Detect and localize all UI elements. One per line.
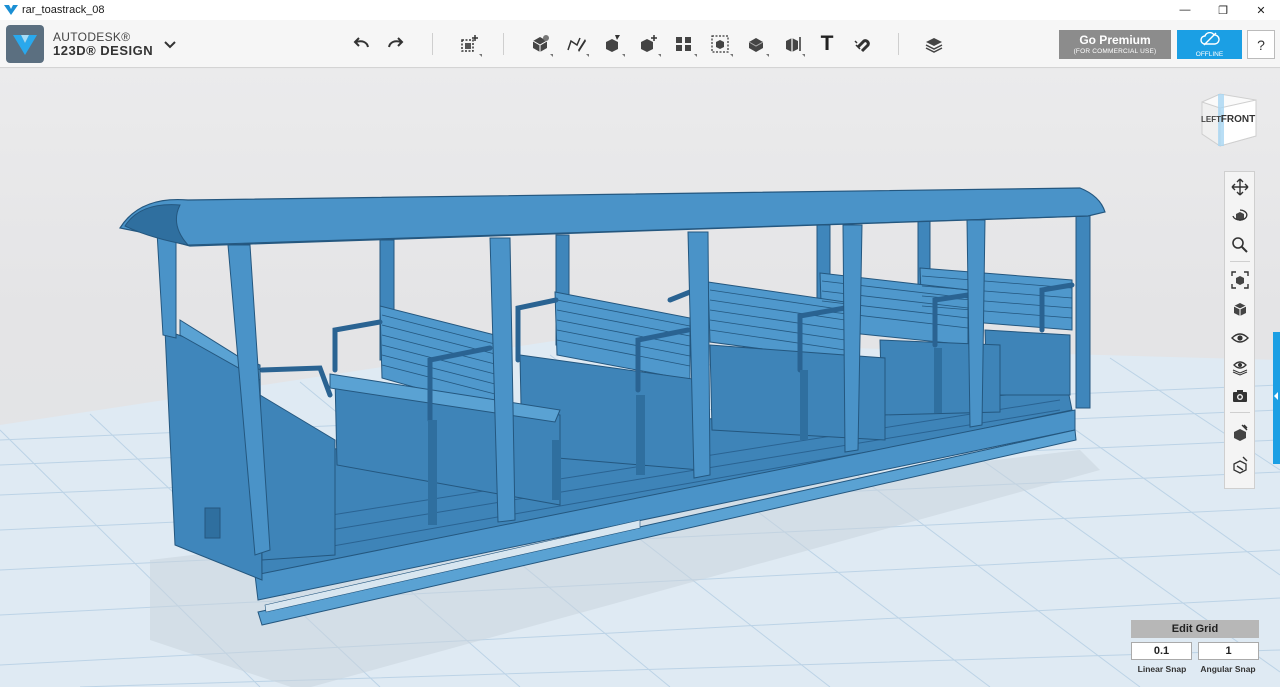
viewcube-front-label: FRONT [1221,114,1255,125]
measure-tool[interactable] [778,30,806,58]
app-logo-icon [4,5,18,15]
modify-tool[interactable] [634,30,662,58]
maximize-button[interactable]: ❐ [1204,0,1242,20]
layers-icon [925,38,943,53]
cube-view-icon [1233,303,1247,316]
sketch-icon [567,37,586,52]
chevron-down-icon[interactable] [162,36,178,52]
view-mode-button[interactable] [1229,298,1251,320]
pan-icon [1231,178,1249,196]
go-premium-button[interactable]: Go Premium (FOR COMMERCIAL USE) [1059,30,1171,59]
sketch-tool[interactable] [562,30,590,58]
offline-button[interactable]: OFFLINE [1177,30,1242,59]
group-icon [711,35,729,53]
edit-grid-button[interactable]: Edit Grid [1131,620,1259,638]
transform-icon [461,35,478,52]
magnet-icon [854,39,870,53]
window-title: rar_toastrack_08 [22,4,105,16]
primitives-tool[interactable] [526,30,554,58]
autodesk-logo-icon [6,25,44,63]
material-tool[interactable] [920,30,948,58]
angular-snap-input[interactable] [1198,642,1259,660]
nav-separator [1230,261,1250,262]
window-controls: — ❐ ✕ [1166,0,1280,20]
redo-button[interactable] [382,30,410,58]
linear-snap-input[interactable] [1131,642,1192,660]
combine-tool[interactable] [742,30,770,58]
main-toolbar: AUTODESK® 123D® DESIGN T Go Premium (FOR… [0,20,1280,68]
help-button[interactable]: ? [1247,30,1275,59]
pattern-icon [676,37,691,51]
title-bar: rar_toastrack_08 — ❐ ✕ [0,0,1280,20]
toolbar-separator [432,33,433,55]
fit-button[interactable] [1229,269,1251,291]
camera-icon [1233,390,1247,402]
undo-button[interactable] [347,30,375,58]
toolbar-separator [898,33,899,55]
grid-eye-icon [1232,361,1248,376]
orbit-button[interactable] [1229,205,1251,227]
angular-snap-label: Angular Snap [1200,664,1256,674]
modify-icon [641,35,657,52]
3d-viewport[interactable]: LEFT FRONT Edit Grid 0.1 1 Linear Snap A… [0,69,1280,687]
fit-icon [1231,271,1249,289]
premium-label: Go Premium [1079,33,1151,47]
viewcube-left-label: LEFT [1201,115,1221,124]
toolbar-separator [503,33,504,55]
visibility-button[interactable] [1229,327,1251,349]
scene-canvas[interactable] [0,69,1280,687]
snap-tool[interactable] [849,30,877,58]
orbit-icon [1232,209,1248,221]
measure-icon [786,37,801,52]
pan-button[interactable] [1229,176,1251,198]
combine-icon [748,38,764,52]
close-button[interactable]: ✕ [1242,0,1280,20]
eye-icon [1231,333,1249,343]
offline-label: OFFLINE [1195,51,1224,58]
side-panel-toggle[interactable] [1273,332,1280,464]
transform-tool[interactable] [455,30,483,58]
app-menu-button[interactable]: AUTODESK® 123D® DESIGN [6,25,153,63]
linear-snap-label: Linear Snap [1137,664,1187,674]
construct-tool[interactable] [598,30,626,58]
grouping-tool[interactable] [706,30,734,58]
view-cube[interactable]: LEFT FRONT [1196,90,1260,148]
material-display-button[interactable] [1229,422,1251,444]
cloud-offline-icon [1199,31,1220,46]
zoom-icon [1232,237,1248,253]
minimize-button[interactable]: — [1166,0,1204,20]
construct-icon [606,35,620,52]
screenshot-button[interactable] [1229,385,1251,407]
nav-separator [1230,412,1250,413]
outline-icon [1233,456,1248,474]
material-icon [1234,424,1248,441]
primitives-icon [532,35,549,52]
outline-display-button[interactable] [1229,454,1251,476]
premium-sublabel: (FOR COMMERCIAL USE) [1073,48,1157,55]
zoom-button[interactable] [1229,234,1251,256]
brand-line2: 123D® DESIGN [53,43,154,58]
brand-line1: AUTODESK® [53,30,131,44]
grid-visibility-button[interactable] [1229,356,1251,378]
pattern-tool[interactable] [670,30,698,58]
navigation-bar [1224,171,1255,489]
undo-icon [353,37,369,48]
redo-icon [388,37,404,48]
text-tool[interactable]: T [813,30,841,58]
text-icon: T [820,32,834,55]
